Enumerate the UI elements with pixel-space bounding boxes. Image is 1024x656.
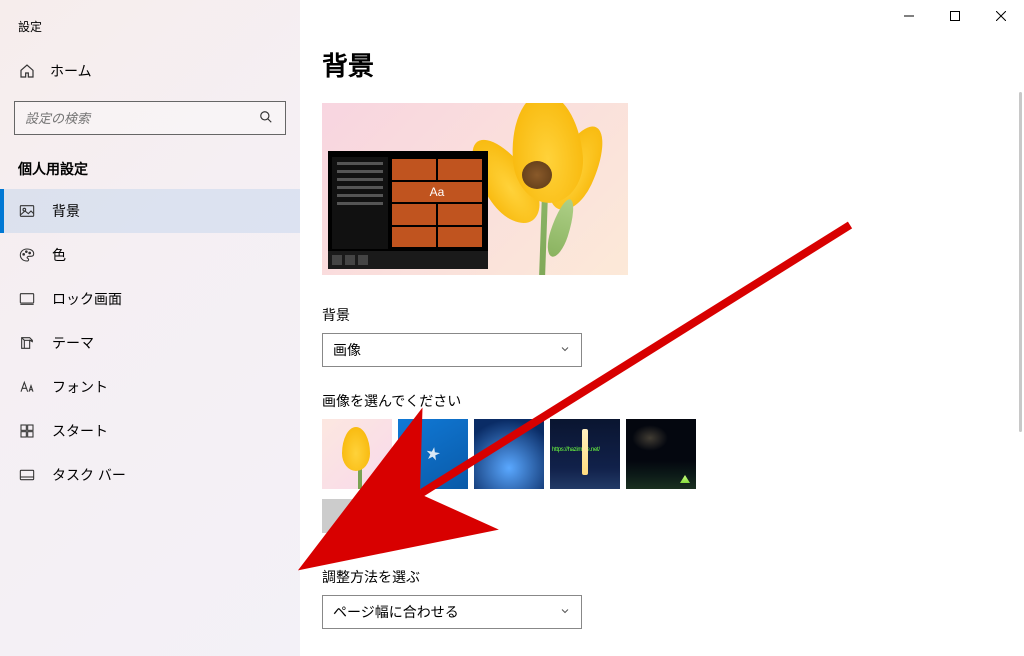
start-icon (18, 422, 36, 440)
font-icon (18, 378, 36, 396)
nav-label: 色 (52, 245, 66, 265)
search-icon (259, 110, 275, 126)
background-type-select[interactable]: 画像 (322, 333, 582, 367)
nav-label: スタート (52, 421, 108, 441)
maximize-button[interactable] (932, 0, 978, 32)
image-thumbnail[interactable] (626, 419, 696, 489)
nav-label: フォント (52, 377, 108, 397)
choose-image-label: 画像を選んでください (322, 391, 984, 411)
home-label: ホーム (50, 61, 92, 81)
chevron-down-icon (559, 343, 571, 358)
preview-tile-text: Aa (392, 182, 482, 203)
browse-button[interactable]: 参照 (322, 499, 404, 533)
nav-item-themes[interactable]: テーマ (0, 321, 300, 365)
chevron-down-icon (559, 605, 571, 620)
nav-item-taskbar[interactable]: タスク バー (0, 453, 300, 497)
page-title: 背景 (322, 46, 984, 83)
home-icon (18, 62, 36, 80)
nav-item-background[interactable]: 背景 (0, 189, 300, 233)
fit-method-select[interactable]: ページ幅に合わせる (322, 595, 582, 629)
close-button[interactable] (978, 0, 1024, 32)
select-value: 画像 (333, 340, 361, 360)
nav-item-colors[interactable]: 色 (0, 233, 300, 277)
home-nav-item[interactable]: ホーム (0, 51, 300, 91)
nav-label: 背景 (52, 201, 80, 221)
background-preview: Aa (322, 103, 628, 275)
palette-icon (18, 246, 36, 264)
nav-label: ロック画面 (52, 289, 122, 309)
nav-label: テーマ (52, 333, 94, 353)
section-header: 個人用設定 (0, 153, 300, 189)
nav-item-start[interactable]: スタート (0, 409, 300, 453)
theme-icon (18, 334, 36, 352)
image-thumbnail[interactable] (322, 419, 392, 489)
scrollbar[interactable] (1019, 92, 1022, 432)
minimize-button[interactable] (886, 0, 932, 32)
image-thumbnail[interactable] (398, 419, 468, 489)
fit-method-label: 調整方法を選ぶ (322, 567, 984, 587)
search-input-container[interactable] (14, 101, 286, 135)
nav-item-fonts[interactable]: フォント (0, 365, 300, 409)
lockscreen-icon (18, 290, 36, 308)
picture-icon (18, 202, 36, 220)
nav-item-lockscreen[interactable]: ロック画面 (0, 277, 300, 321)
taskbar-icon (18, 466, 36, 484)
select-value: ページ幅に合わせる (333, 602, 459, 622)
nav-label: タスク バー (52, 465, 126, 485)
image-thumbnail[interactable] (474, 419, 544, 489)
search-input[interactable] (25, 111, 259, 126)
background-type-label: 背景 (322, 305, 984, 325)
image-thumbnails (322, 419, 984, 489)
image-thumbnail[interactable] (550, 419, 620, 489)
app-title: 設定 (0, 10, 300, 51)
